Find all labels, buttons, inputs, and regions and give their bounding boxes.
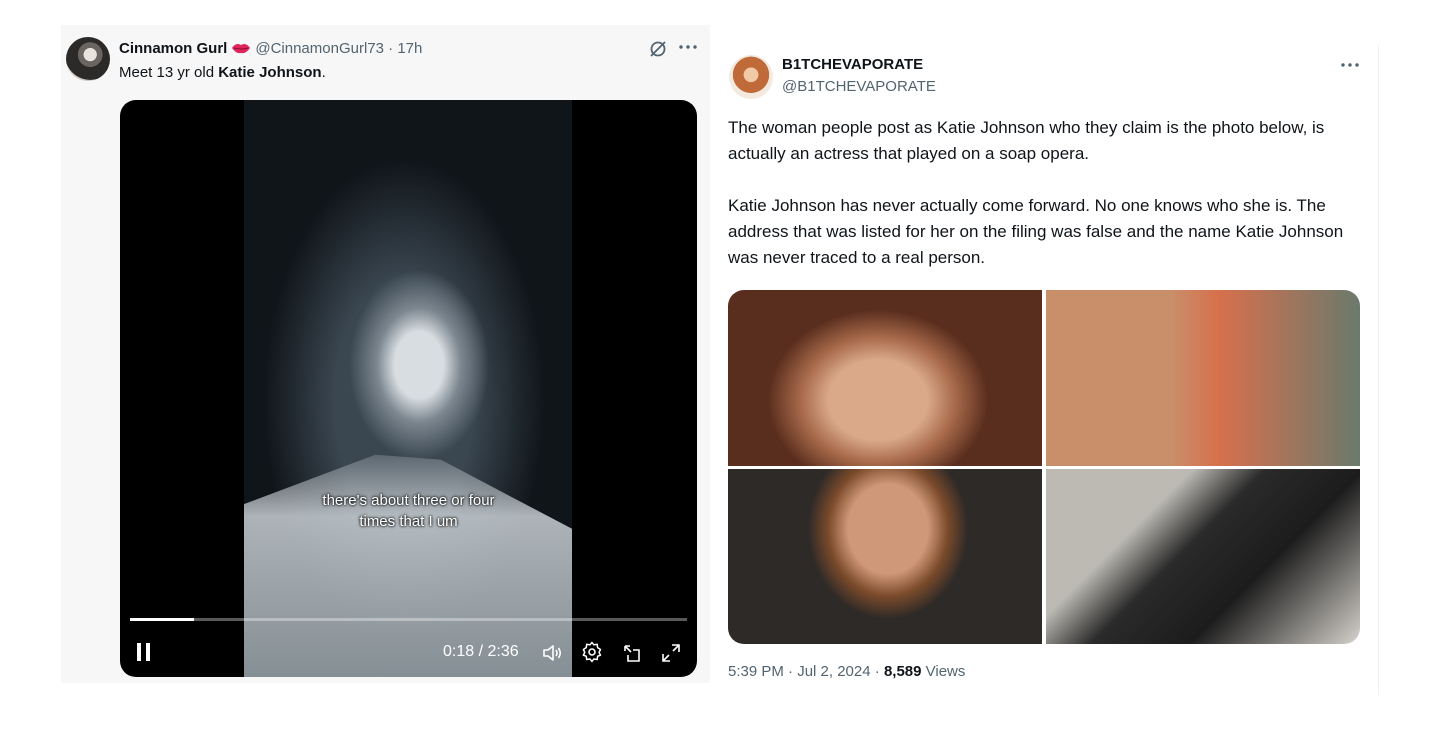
photo-woman-portrait[interactable] — [728, 469, 1042, 644]
photo-grid — [728, 290, 1360, 644]
handle[interactable]: @B1TCHEVAPORATE — [782, 77, 936, 97]
tweet-text-prefix: Meet 13 yr old — [119, 64, 219, 81]
right-tweet: B1TCHEVAPORATE @B1TCHEVAPORATE The woman… — [710, 45, 1379, 695]
grok-icon[interactable] — [648, 39, 668, 59]
video-progress-fill — [130, 618, 195, 621]
tweet-text: Meet 13 yr old Katie Johnson. — [119, 63, 326, 83]
tweet-text: The woman people post as Katie Johnson w… — [728, 115, 1368, 271]
lips-emoji-icon — [232, 44, 251, 54]
video-time: 0:18 / 2:36 — [443, 643, 519, 660]
video-caption: there's about three or four times that I… — [120, 490, 697, 532]
avatar[interactable] — [66, 37, 110, 81]
pause-icon[interactable] — [136, 642, 152, 662]
fullscreen-icon[interactable] — [661, 643, 681, 663]
views-label: Views — [921, 663, 966, 680]
caption-line: times that I um — [359, 513, 458, 530]
left-tweet: Cinnamon Gurl @CinnamonGurl73 · 17h Meet … — [61, 25, 710, 683]
time-ago[interactable]: 17h — [397, 40, 422, 57]
video-progress-bar[interactable] — [130, 618, 687, 621]
volume-icon[interactable] — [541, 642, 563, 664]
display-name[interactable]: Cinnamon Gurl — [119, 40, 227, 57]
avatar[interactable] — [729, 55, 773, 99]
tweet-paragraph: Katie Johnson has never actually come fo… — [728, 196, 1344, 267]
tweet-text-suffix: . — [321, 64, 326, 81]
photo-girl-closeup[interactable] — [728, 290, 1042, 466]
video-controls: 0:18 / 2:36 — [120, 638, 697, 668]
tweet-meta: 5:39 PM · Jul 2, 2024 · 8,589 Views — [728, 663, 965, 680]
photo-holding-hands[interactable] — [1046, 469, 1360, 644]
meta-separator: · — [870, 663, 884, 680]
tweet-paragraph: The woman people post as Katie Johnson w… — [728, 118, 1325, 163]
display-name[interactable]: B1TCHEVAPORATE — [782, 55, 923, 75]
video-player[interactable]: there's about three or four times that I… — [120, 100, 697, 677]
separator: · — [388, 40, 394, 57]
views-count: 8,589 — [883, 663, 922, 680]
settings-icon[interactable] — [581, 641, 603, 663]
more-icon[interactable] — [1339, 55, 1361, 75]
timestamp[interactable]: 5:39 PM · Jul 2, 2024 — [728, 663, 871, 680]
more-icon[interactable] — [677, 37, 699, 57]
tweet-header: Cinnamon Gurl @CinnamonGurl73 · 17h — [119, 39, 422, 59]
caption-line: there's about three or four — [322, 492, 495, 509]
picture-in-picture-icon[interactable] — [621, 642, 643, 664]
tweet-text-bold: Katie Johnson — [218, 64, 322, 81]
handle[interactable]: @CinnamonGurl73 — [255, 40, 384, 57]
photo-girl-with-man[interactable] — [1046, 290, 1360, 466]
